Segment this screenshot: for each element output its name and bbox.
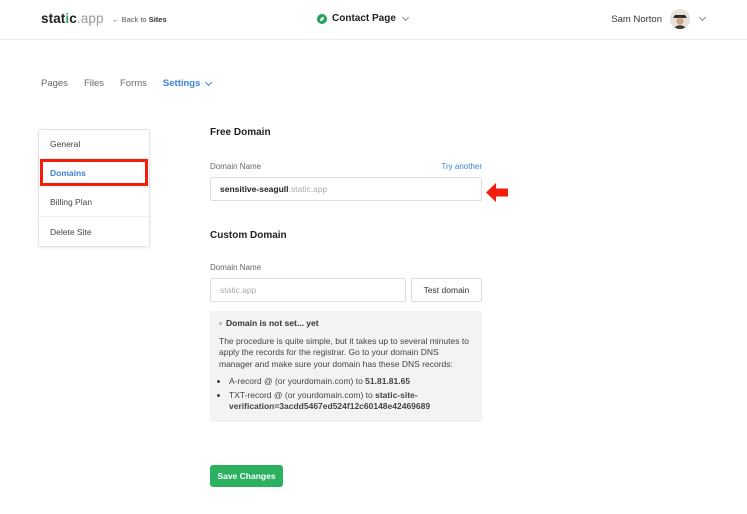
- custom-domain-label-row: Domain Name: [210, 263, 482, 272]
- a-record-label: A-record @ (or yourdomain.com) to: [229, 376, 366, 386]
- custom-domain-heading: Custom Domain: [210, 230, 287, 241]
- custom-domain-label: Domain Name: [210, 263, 262, 272]
- free-domain-label-row: Domain Name Try another: [210, 162, 482, 171]
- tab-pages[interactable]: Pages: [41, 78, 68, 89]
- domain-settings-panel: Free Domain Domain Name Try another sens…: [210, 127, 482, 422]
- sidebar-item-label: Billing Plan: [50, 197, 93, 207]
- site-title: Contact Page: [332, 13, 396, 24]
- domains-highlight-box: [40, 159, 148, 186]
- free-domain-heading: Free Domain: [210, 127, 271, 138]
- info-title: Domain is not set... yet: [226, 318, 319, 328]
- a-record-value: 51.81.81.65: [365, 376, 411, 386]
- info-title-row: Domain is not set... yet: [219, 318, 473, 330]
- tab-settings-label: Settings: [162, 78, 201, 89]
- site-leaf-icon: [317, 13, 327, 24]
- user-name: Sam Norton: [611, 13, 662, 25]
- custom-domain-placeholder: static.app: [220, 285, 257, 295]
- sidebar-item-label: Delete Site: [50, 226, 92, 237]
- info-text: The procedure is quite simple, but it ta…: [219, 335, 469, 369]
- free-domain-suffix: .static.app: [288, 184, 328, 194]
- tab-forms[interactable]: Forms: [120, 78, 147, 89]
- settings-sidebar: General Domains Billing Plan Delete Site: [38, 129, 150, 247]
- avatar: [670, 9, 690, 29]
- custom-domain-input-group: static.app Test domain: [210, 278, 482, 302]
- user-menu[interactable]: Sam Norton: [611, 9, 707, 29]
- list-item: TXT-record @ (or yourdomain.com) to stat…: [229, 390, 473, 413]
- free-domain-label: Domain Name: [210, 162, 262, 171]
- chevron-down-icon: [205, 78, 213, 86]
- app-logo[interactable]: static.app: [41, 11, 104, 26]
- try-another-link[interactable]: Try another: [441, 162, 482, 171]
- list-item: A-record @ (or yourdomain.com) to 51.81.…: [229, 376, 473, 388]
- txt-record-label: TXT-record @ (or yourdomain.com) to: [229, 389, 376, 400]
- red-arrow-icon: [486, 183, 508, 202]
- chevron-down-icon: [401, 13, 409, 21]
- custom-domain-input[interactable]: static.app: [210, 278, 406, 302]
- free-subdomain-value: sensitive-seagull: [220, 184, 289, 194]
- back-to-sites-link[interactable]: ← Back to Sites: [112, 15, 167, 24]
- site-nav-tabs: Pages Files Forms Settings: [41, 78, 213, 89]
- top-bar: static.app ← Back to Sites Contact Page …: [0, 0, 747, 40]
- site-switcher[interactable]: Contact Page: [317, 13, 409, 24]
- chevron-down-icon: [698, 13, 707, 22]
- test-domain-button[interactable]: Test domain: [411, 278, 482, 302]
- sidebar-item-delete-site[interactable]: Delete Site: [39, 217, 149, 246]
- sidebar-item-billing-plan[interactable]: Billing Plan: [39, 188, 149, 217]
- save-changes-button[interactable]: Save Changes: [210, 465, 283, 487]
- sidebar-item-general[interactable]: General: [39, 130, 149, 159]
- dns-info-box: Domain is not set... yet The procedure i…: [210, 311, 482, 422]
- sidebar-item-label: General: [50, 139, 81, 149]
- dns-record-list: A-record @ (or yourdomain.com) to 51.81.…: [219, 376, 473, 413]
- free-domain-field[interactable]: sensitive-seagull .static.app: [210, 177, 482, 201]
- tab-settings[interactable]: Settings: [162, 78, 213, 89]
- bullet-icon: [219, 322, 222, 326]
- tab-files[interactable]: Files: [84, 78, 104, 89]
